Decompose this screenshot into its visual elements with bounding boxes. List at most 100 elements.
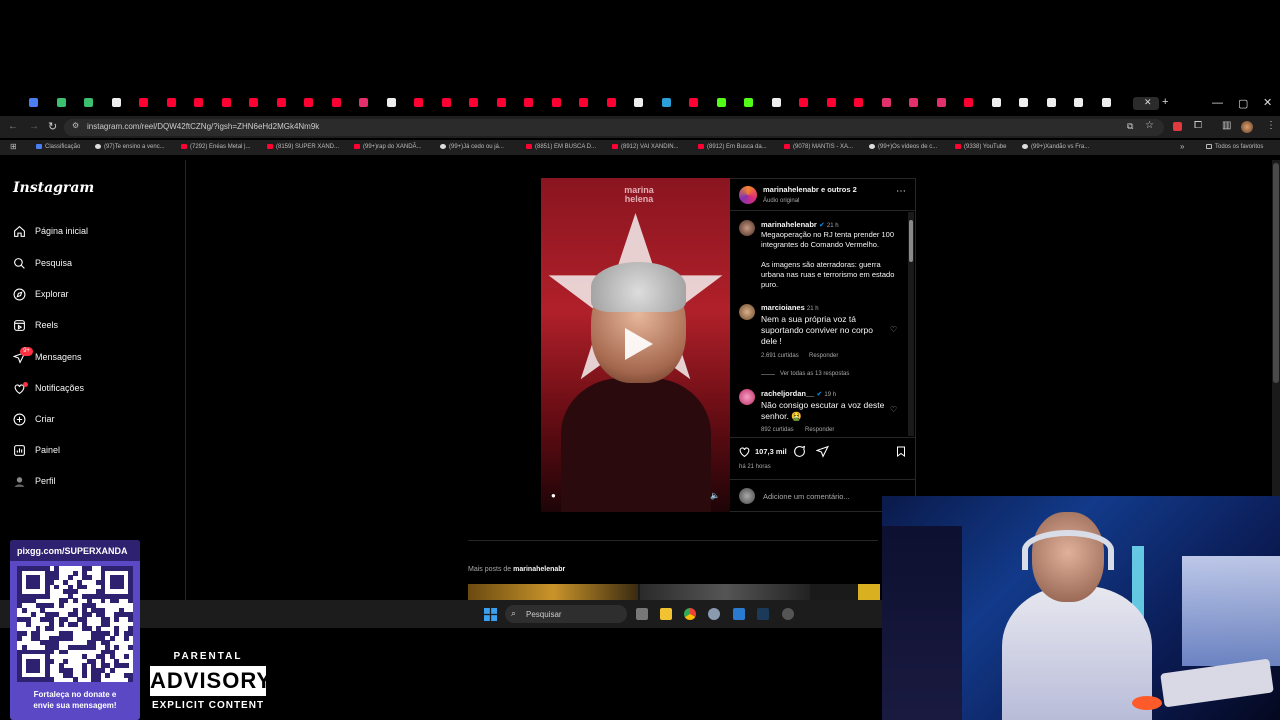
tab-favicon-icon[interactable] xyxy=(1101,98,1111,107)
tab-favicon-icon[interactable] xyxy=(634,98,643,107)
tab-favicon-icon[interactable] xyxy=(661,98,671,107)
bookmark-item[interactable]: (8912) VAI XANDIN... xyxy=(612,144,679,150)
save-icon[interactable] xyxy=(895,445,907,458)
nav-profile[interactable]: Perfil xyxy=(13,472,56,490)
maximize-icon[interactable]: ▢ xyxy=(1238,97,1248,110)
tab-favicon-icon[interactable] xyxy=(194,98,203,107)
tab-favicon-icon[interactable] xyxy=(1019,98,1028,107)
close-tab-icon[interactable]: ✕ xyxy=(1144,97,1152,108)
tab-favicon-icon[interactable] xyxy=(881,98,891,107)
comment-reply[interactable]: Responder xyxy=(805,425,834,435)
bookmark-item[interactable]: (9338) YouTube xyxy=(955,144,1006,150)
bookmark-item[interactable]: (8159) SUPER XAND... xyxy=(267,144,339,150)
app-icon[interactable] xyxy=(782,608,794,620)
tab-favicon-icon[interactable] xyxy=(441,98,451,107)
caption-avatar[interactable] xyxy=(739,220,755,236)
tab-favicon-icon[interactable] xyxy=(964,98,973,107)
tab-favicon-icon[interactable] xyxy=(221,98,231,107)
page-scroll-thumb[interactable] xyxy=(1273,163,1279,383)
post-header-user[interactable]: marinahelenabr e outros 2 xyxy=(763,185,857,195)
app-icon[interactable] xyxy=(733,608,745,620)
tab-favicon-icon[interactable] xyxy=(276,98,286,107)
tab-favicon-icon[interactable] xyxy=(414,98,423,107)
taskbar-search-placeholder[interactable]: Pesquisar xyxy=(526,610,562,619)
settings-gear-icon[interactable] xyxy=(708,608,720,620)
windows-start-icon[interactable] xyxy=(484,608,497,621)
comment-like-icon[interactable]: ♡ xyxy=(890,325,897,334)
tab-favicon-icon[interactable] xyxy=(331,98,341,107)
tab-favicon-icon[interactable] xyxy=(139,98,148,107)
nav-create[interactable]: Criar xyxy=(13,410,55,428)
tab-favicon-icon[interactable] xyxy=(304,98,313,107)
tab-favicon-icon[interactable] xyxy=(579,98,588,107)
tab-favicon-icon[interactable] xyxy=(854,98,863,107)
tab-favicon-icon[interactable] xyxy=(386,98,396,107)
tab-favicon-icon[interactable] xyxy=(359,98,368,107)
bookmark-item[interactable]: Todos os favoritos xyxy=(1206,144,1263,150)
instagram-logo[interactable]: Instagram xyxy=(13,180,94,196)
close-window-icon[interactable]: ✕ xyxy=(1263,96,1272,109)
tab-favicon-icon[interactable] xyxy=(496,98,506,107)
tab-favicon-icon[interactable] xyxy=(909,98,918,107)
profile-avatar[interactable] xyxy=(1241,121,1253,133)
comment-avatar[interactable] xyxy=(739,304,755,320)
mute-icon[interactable]: 🔈 xyxy=(710,491,720,500)
tab-favicon-icon[interactable] xyxy=(936,98,946,107)
taskbar-search[interactable] xyxy=(505,605,627,623)
minimize-icon[interactable]: — xyxy=(1212,97,1223,109)
tab-favicon-icon[interactable] xyxy=(1074,98,1083,107)
more-bookmarks-icon[interactable]: » xyxy=(1180,142,1184,151)
task-view-icon[interactable] xyxy=(636,608,648,620)
tab-favicon-icon[interactable] xyxy=(771,98,781,107)
post-thumbnail[interactable] xyxy=(640,584,810,600)
tab-favicon-icon[interactable] xyxy=(56,98,66,107)
post-thumbnail[interactable] xyxy=(858,584,880,600)
side-panel-icon[interactable]: ▥ xyxy=(1222,120,1231,131)
back-icon[interactable]: ← xyxy=(8,121,18,132)
tab-favicon-icon[interactable] xyxy=(551,98,561,107)
menu-kebab-icon[interactable]: ⋮ xyxy=(1266,120,1276,131)
comment-icon[interactable] xyxy=(793,445,806,458)
author-avatar[interactable] xyxy=(739,186,757,204)
tab-favicon-icon[interactable] xyxy=(111,98,121,107)
tab-favicon-icon[interactable] xyxy=(744,98,753,107)
steam-icon[interactable] xyxy=(757,608,769,620)
comment-likes[interactable]: 2.691 curtidas xyxy=(761,351,799,361)
more-posts-user[interactable]: marinahelenabr xyxy=(513,566,565,573)
forward-icon[interactable]: → xyxy=(29,121,39,132)
bookmark-item[interactable]: (99+)Os vídeos de c... xyxy=(869,144,937,150)
comment-user[interactable]: racheljordan__ xyxy=(761,389,814,398)
comment-avatar[interactable] xyxy=(739,389,755,405)
extension-icon[interactable] xyxy=(1173,122,1182,131)
file-explorer-icon[interactable] xyxy=(660,608,672,620)
tab-favicon-icon[interactable] xyxy=(469,98,478,107)
reload-icon[interactable]: ↻ xyxy=(48,120,57,133)
nav-reels[interactable]: Reels xyxy=(13,316,58,334)
tab-favicon-icon[interactable] xyxy=(29,98,38,107)
bookmark-item[interactable]: (99+)Xandão vs Fra... xyxy=(1022,144,1089,150)
more-posts-thumbnails[interactable] xyxy=(468,584,880,600)
tab-favicon-icon[interactable] xyxy=(524,98,533,107)
comments-scroll-thumb[interactable] xyxy=(909,220,913,262)
share-icon[interactable] xyxy=(816,445,829,458)
tab-favicon-icon[interactable] xyxy=(716,98,726,107)
comment-like-icon[interactable]: ♡ xyxy=(890,405,897,414)
nav-search[interactable]: Pesquisa xyxy=(13,254,72,272)
tab-favicon-icon[interactable] xyxy=(826,98,836,107)
url-text[interactable]: instagram.com/reel/DQW42ftCZNg/?igsh=ZHN… xyxy=(87,122,319,131)
view-replies[interactable]: Ver todas as 13 respostas xyxy=(780,369,849,379)
extensions-puzzle-icon[interactable]: ⧠ xyxy=(1194,120,1202,131)
comment-reply[interactable]: Responder xyxy=(809,351,838,361)
play-icon[interactable] xyxy=(617,324,657,364)
tab-favicon-icon[interactable] xyxy=(1046,98,1056,107)
tab-favicon-icon[interactable] xyxy=(249,98,258,107)
comment-likes[interactable]: 892 curtidas xyxy=(761,425,794,435)
tab-favicon-icon[interactable] xyxy=(799,98,808,107)
more-options-icon[interactable]: ⋯ xyxy=(896,186,906,197)
bookmark-item[interactable]: (8851) EM BUSCA D... xyxy=(526,144,596,150)
reel-video[interactable]: marina helena ● 🔈 xyxy=(541,178,730,512)
apps-grid-icon[interactable]: ⊞ xyxy=(10,142,17,151)
nav-dashboard[interactable]: Painel xyxy=(13,441,60,459)
nav-explore[interactable]: Explorar xyxy=(13,285,69,303)
audio-label[interactable]: Áudio original xyxy=(763,196,799,206)
